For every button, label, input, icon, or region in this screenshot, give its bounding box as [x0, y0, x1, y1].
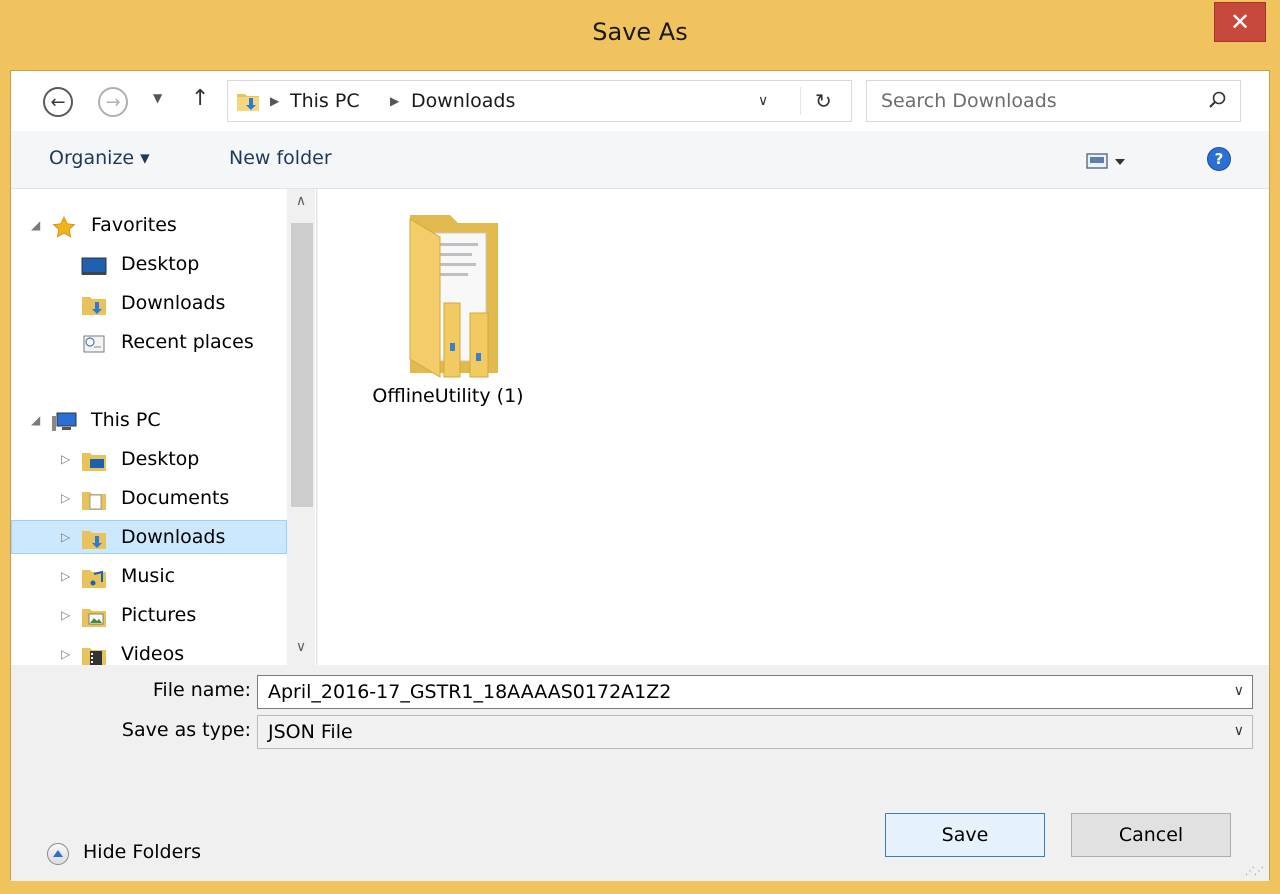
save-button[interactable]: Save [885, 813, 1045, 857]
tree-item-pictures[interactable]: ▷ Pictures [11, 599, 287, 633]
filename-field[interactable]: April_2016-17_GSTR1_18AAAAS0172A1Z2 ∨ [257, 675, 1253, 709]
tree-item-favorites-desktop[interactable]: Desktop [11, 248, 287, 282]
breadcrumb-this-pc[interactable]: This PC [290, 90, 360, 112]
change-view-icon[interactable] [1086, 152, 1126, 170]
open-folder-icon [409, 215, 498, 378]
recent-locations-dropdown-icon[interactable]: ▼ [153, 91, 162, 105]
address-history-chevron-icon[interactable]: ∨ [758, 93, 768, 109]
collapse-up-icon [47, 843, 69, 865]
expand-triangle-icon[interactable]: ▷ [61, 569, 70, 583]
address-bar[interactable]: ▶ This PC ▶ Downloads ∨ ↻ [227, 80, 852, 122]
window-title: Save As [592, 18, 688, 46]
save-dialog: ← → ▼ ↑ ▶ This PC ▶ Downloads ∨ ↻ Search… [10, 70, 1270, 881]
expand-triangle-icon[interactable]: ▷ [61, 530, 70, 544]
expand-triangle-icon[interactable]: ▷ [61, 608, 70, 622]
computer-icon [52, 412, 77, 431]
recent-places-icon [83, 335, 105, 353]
search-input[interactable] [881, 89, 1181, 113]
title-bar: Save As ✕ [0, 0, 1280, 70]
navigation-bar: ← → ▼ ↑ ▶ This PC ▶ Downloads ∨ ↻ [11, 71, 1269, 131]
breadcrumb-separator-icon: ▶ [270, 94, 280, 108]
tree-favorites[interactable]: ◢ Favorites [11, 209, 287, 243]
downloads-folder-icon [237, 94, 259, 111]
downloads-folder-icon [82, 297, 106, 315]
forward-arrow-icon[interactable]: → [98, 87, 128, 117]
close-button[interactable]: ✕ [1214, 2, 1266, 42]
navigation-pane: ◢ Favorites Desktop Downloads Recent pla… [11, 189, 317, 665]
new-folder-button[interactable]: New folder [229, 147, 332, 169]
tree-label: Recent places [121, 331, 254, 353]
collapse-triangle-icon[interactable]: ◢ [31, 218, 40, 232]
tree-label: Documents [121, 487, 230, 509]
organize-menu-button[interactable]: Organize ▾ [49, 147, 150, 169]
folder-item[interactable]: OfflineUtility (1) [358, 203, 538, 413]
tree-label: Music [121, 565, 176, 587]
scroll-down-icon[interactable]: ∨ [287, 639, 315, 661]
command-bar: Organize ▾ New folder ? [11, 131, 1269, 189]
cancel-button[interactable]: Cancel [1071, 813, 1231, 857]
scroll-thumb[interactable] [291, 223, 313, 507]
tree-label: Pictures [121, 604, 197, 626]
address-divider [800, 87, 801, 115]
save-type-select[interactable]: JSON File ∨ [257, 715, 1253, 749]
tree-label: Videos [121, 643, 185, 665]
back-arrow-icon[interactable]: ← [43, 87, 73, 117]
collapse-triangle-icon[interactable]: ◢ [31, 413, 40, 427]
documents-folder-icon [82, 492, 106, 510]
breadcrumb-downloads[interactable]: Downloads [411, 90, 515, 112]
navigation-scrollbar[interactable]: ∧ ∨ [287, 189, 315, 665]
tree-label: Downloads [121, 292, 226, 314]
tree-item-videos[interactable]: ▷ Videos [11, 638, 287, 665]
tree-label: Desktop [121, 253, 200, 275]
help-icon[interactable]: ? [1207, 147, 1231, 171]
tree-label: Favorites [91, 214, 177, 236]
filename-dropdown-chevron-icon[interactable]: ∨ [1234, 683, 1244, 699]
downloads-folder-icon [82, 531, 106, 549]
tree-item-music[interactable]: ▷ Music [11, 560, 287, 594]
tree-item-desktop[interactable]: ▷ Desktop [11, 443, 287, 477]
up-arrow-icon[interactable]: ↑ [191, 86, 209, 111]
save-type-label: Save as type: [121, 719, 251, 741]
desktop-folder-icon [82, 453, 106, 471]
star-icon [52, 216, 76, 238]
tree-item-downloads[interactable]: ▷ Downloads [11, 520, 287, 554]
tree-label: Downloads [121, 526, 226, 548]
save-form: File name: April_2016-17_GSTR1_18AAAAS01… [11, 665, 1269, 881]
resize-grip-icon[interactable]: ⋰⋰ [1245, 866, 1264, 877]
tree-label: Desktop [121, 448, 200, 470]
tree-item-favorites-downloads[interactable]: Downloads [11, 287, 287, 321]
videos-folder-icon [82, 648, 106, 665]
save-type-value: JSON File [268, 721, 353, 743]
pictures-folder-icon [82, 609, 106, 627]
close-icon: ✕ [1229, 8, 1251, 36]
desktop-icon [81, 257, 107, 275]
tree-item-recent-places[interactable]: Recent places [11, 326, 287, 360]
expand-triangle-icon[interactable]: ▷ [61, 452, 70, 466]
breadcrumb-separator-icon: ▶ [390, 94, 400, 108]
save-type-chevron-icon[interactable]: ∨ [1234, 723, 1244, 739]
scroll-up-icon[interactable]: ∧ [287, 193, 315, 215]
refresh-icon[interactable]: ↻ [815, 89, 832, 113]
expand-triangle-icon[interactable]: ▷ [61, 491, 70, 505]
file-list: OfflineUtility (1) [318, 189, 1269, 665]
search-icon[interactable] [1208, 90, 1228, 110]
folder-name: OfflineUtility (1) [372, 385, 524, 407]
filename-value[interactable]: April_2016-17_GSTR1_18AAAAS0172A1Z2 [268, 681, 671, 703]
tree-item-documents[interactable]: ▷ Documents [11, 482, 287, 516]
hide-folders-label: Hide Folders [83, 841, 201, 863]
tree-this-pc[interactable]: ◢ This PC [11, 404, 287, 438]
filename-label: File name: [152, 679, 251, 701]
music-folder-icon [82, 570, 106, 588]
expand-triangle-icon[interactable]: ▷ [61, 647, 70, 661]
search-box[interactable] [866, 80, 1241, 122]
tree-label: This PC [91, 409, 161, 431]
